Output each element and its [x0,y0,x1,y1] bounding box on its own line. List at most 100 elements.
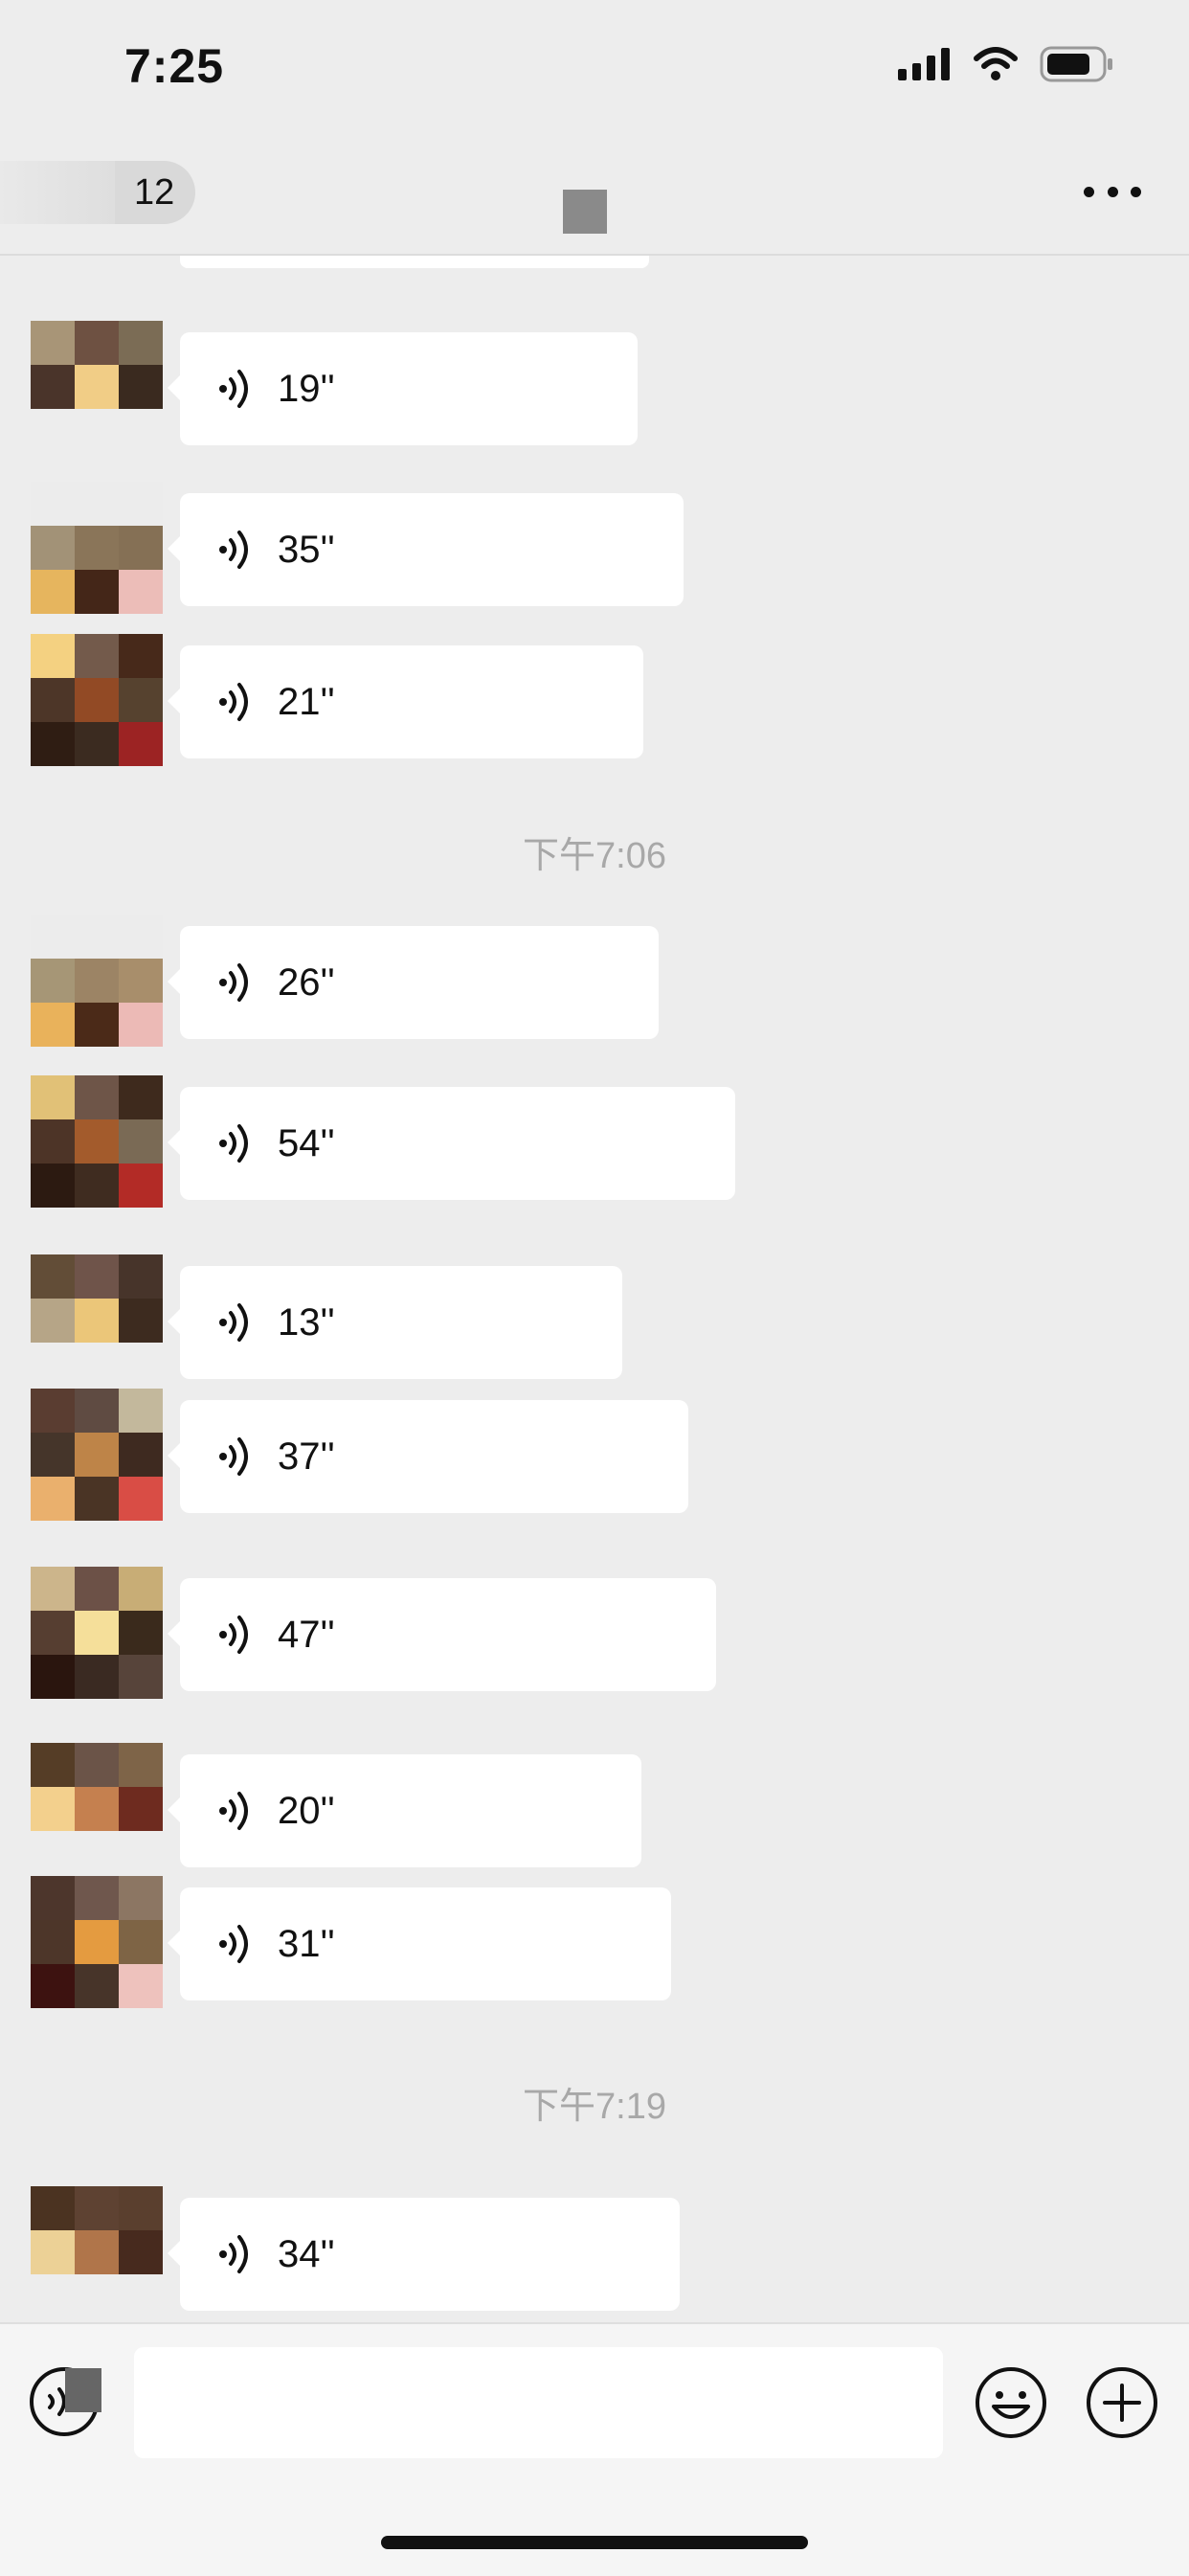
voice-duration: 26'' [278,960,335,1004]
home-indicator[interactable] [381,2536,808,2549]
avatar-pixel [75,482,119,526]
message-row: 47'' [0,1567,1189,1699]
voice-message-bubble[interactable]: 31'' [168,1887,671,2000]
avatar-pixel [75,1655,119,1699]
voice-message-bubble[interactable]: 21'' [168,645,643,758]
avatar-pixel [31,2274,75,2318]
avatar[interactable] [31,1389,163,1521]
avatar-pixel [75,1611,119,1655]
avatar[interactable] [31,915,163,1047]
voice-wave-icon [218,678,257,726]
avatar-pixel [119,1343,163,1387]
avatar-pixel [31,959,75,1003]
avatar-pixel [31,722,75,766]
message-list[interactable]: 19'' 35'' 21'' 下午7:06 26'' 54'' 13'' 37'… [0,0,1189,2322]
avatar-pixel [31,678,75,722]
message-row: 37'' [0,1389,1189,1521]
avatar[interactable] [31,321,163,453]
voice-message-bubble[interactable]: 47'' [168,1578,716,1691]
voice-duration: 37'' [278,1435,335,1478]
avatar-pixel [75,2230,119,2274]
avatar[interactable] [31,1743,163,1875]
avatar-pixel [75,1743,119,1787]
avatar-pixel [119,321,163,365]
avatar-pixel [31,1743,75,1787]
plus-icon[interactable] [1084,2364,1160,2441]
avatar[interactable] [31,1876,163,2008]
avatar[interactable] [31,2186,163,2318]
message-input[interactable] [134,2347,943,2458]
avatar-pixel [75,1964,119,2008]
avatar-pixel [31,1164,75,1208]
avatar-pixel [75,2186,119,2230]
voice-wave-icon [218,959,257,1006]
avatar-pixel [119,409,163,453]
avatar[interactable] [31,482,163,614]
avatar-pixel [75,1787,119,1831]
avatar-pixel [75,1389,119,1433]
message-row: 26'' [0,915,1189,1047]
more-icon[interactable] [1084,172,1141,211]
avatar[interactable] [31,1567,163,1699]
avatar-pixel [31,365,75,409]
voice-message-bubble[interactable]: 20'' [168,1754,641,1867]
avatar-pixel [31,1920,75,1964]
voice-wave-icon [218,526,257,574]
avatar-pixel [75,1003,119,1047]
avatar-pixel [75,1920,119,1964]
voice-message-bubble[interactable]: 37'' [168,1400,688,1513]
back-button[interactable]: 12 [0,161,195,224]
voice-message-bubble[interactable]: 34'' [168,2198,680,2311]
voice-duration: 20'' [278,1789,335,1832]
voice-duration: 34'' [278,2232,335,2275]
avatar-pixel [119,1611,163,1655]
voice-message-bubble[interactable]: 19'' [168,332,638,445]
avatar-pixel [31,1831,75,1875]
voice-message-bubble[interactable]: 26'' [168,926,659,1039]
avatar[interactable] [31,1254,163,1387]
avatar-pixel [119,2230,163,2274]
voice-toggle-icon[interactable] [27,2364,107,2439]
voice-message-bubble[interactable]: 13'' [168,1266,622,1379]
avatar-pixel [31,1343,75,1387]
avatar-pixel [119,1655,163,1699]
avatar-pixel [119,1075,163,1119]
avatar-pixel [75,722,119,766]
avatar-pixel [75,365,119,409]
voice-message-bubble[interactable]: 35'' [168,493,684,606]
avatar-pixel [31,1655,75,1699]
avatar-pixel [31,570,75,614]
avatar-pixel [119,1003,163,1047]
avatar-pixel [119,2186,163,2230]
avatar-pixel [119,722,163,766]
avatar-pixel [75,1299,119,1343]
avatar[interactable] [31,1075,163,1208]
avatar-pixel [119,1920,163,1964]
avatar-pixel [75,1831,119,1875]
voice-wave-icon [218,1920,257,1968]
avatar-pixel [75,409,119,453]
avatar-pixel [119,365,163,409]
avatar-pixel [119,482,163,526]
avatar-pixel [31,1003,75,1047]
avatar-pixel [31,1787,75,1831]
avatar[interactable] [31,634,163,766]
avatar-pixel [31,482,75,526]
avatar-pixel [31,1075,75,1119]
avatar-pixel [119,959,163,1003]
avatar-pixel [119,1164,163,1208]
message-row: 20'' [0,1743,1189,1875]
message-row: 13'' [0,1254,1189,1387]
emoji-icon[interactable] [973,2364,1049,2441]
avatar-pixel [31,1876,75,1920]
avatar-pixel [119,915,163,959]
back-avatar-blur [0,161,115,224]
voice-message-bubble[interactable]: 54'' [168,1087,735,1200]
avatar-pixel [119,678,163,722]
avatar-pixel [75,1119,119,1164]
voice-wave-icon [218,1611,257,1659]
avatar-pixel [119,2274,163,2318]
timestamp: 下午7:19 [523,2087,666,2127]
avatar-pixel [75,1433,119,1477]
avatar-pixel [31,1477,75,1521]
